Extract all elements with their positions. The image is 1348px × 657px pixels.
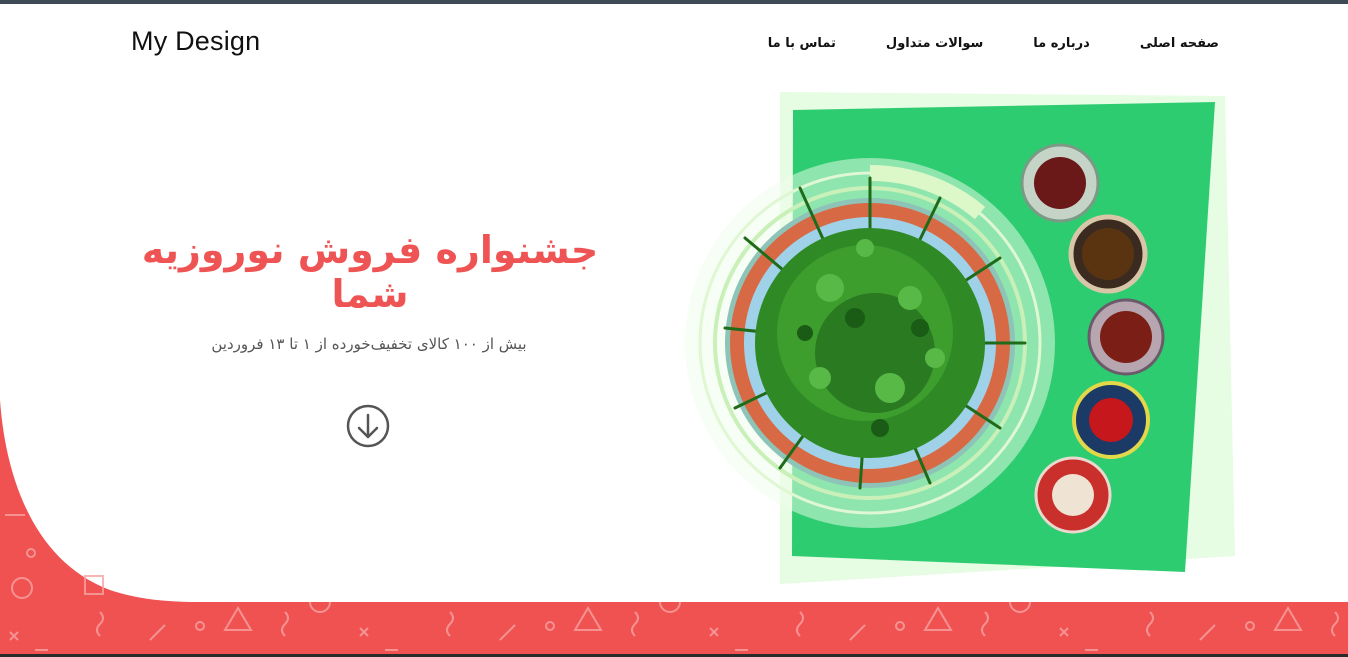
hero-image	[685, 92, 1235, 584]
hero-title: جشنواره فروش نوروزیه شما	[141, 228, 599, 316]
nav-item-home[interactable]: صفحه اصلی	[1140, 36, 1219, 51]
arrow-down-circle-icon	[346, 404, 390, 448]
nav-item-about[interactable]: درباره ما	[1033, 36, 1090, 51]
nav-item-contact[interactable]: تماس با ما	[768, 36, 836, 51]
scroll-down-button[interactable]	[346, 404, 390, 448]
nav-item-faq[interactable]: سوالات متداول	[886, 36, 983, 51]
site-logo[interactable]: My Design	[131, 26, 260, 57]
main-nav: صفحه اصلی درباره ما سوالات متداول تماس ب…	[768, 36, 1219, 51]
hero-subtitle: بیش از ۱۰۰ کالای تخفیف‌خورده از ۱ تا ۱۳ …	[211, 335, 527, 353]
